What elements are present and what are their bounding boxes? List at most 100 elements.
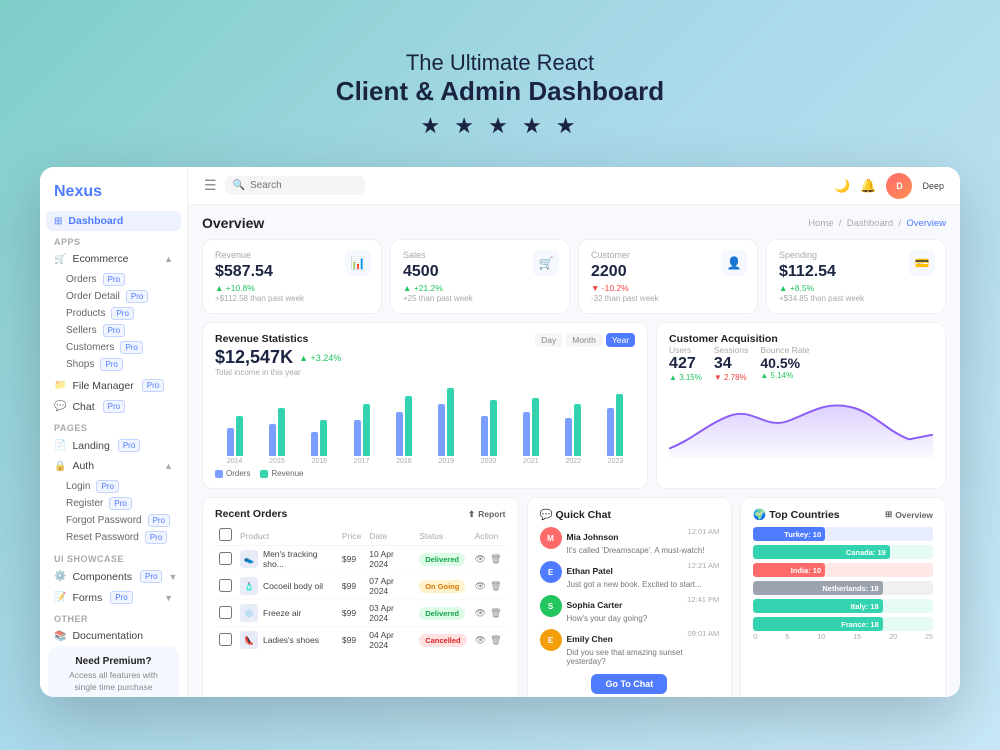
- sidebar-item-documentation[interactable]: 📚 Documentation: [40, 626, 187, 646]
- bar-label: 2019: [438, 458, 454, 465]
- sidebar-section-apps: Apps: [40, 231, 187, 249]
- tab-month[interactable]: Month: [566, 333, 602, 347]
- table-row: ❄️Freeze air $99 03 Apr 2024 Delivered 👁…: [215, 600, 506, 627]
- premium-title: Need Premium?: [58, 656, 169, 667]
- moon-icon[interactable]: 🌙: [834, 178, 850, 194]
- view-icon[interactable]: 👁: [475, 554, 486, 565]
- hero-stars: ★ ★ ★ ★ ★: [336, 113, 664, 139]
- orders-bar: [523, 412, 530, 456]
- report-action[interactable]: ⬆ Report: [468, 509, 506, 520]
- sidebar-item-components[interactable]: ⚙️ Components Pro ▼: [40, 566, 187, 587]
- chat-message: S Sophia Carter 12:41 PM How's your day …: [540, 595, 720, 623]
- search-input[interactable]: [250, 180, 350, 191]
- revenue-bar: [616, 394, 623, 456]
- bar-label: 2014: [227, 458, 243, 465]
- orders-table: Product Price Date Status Action 👟Men's …: [215, 526, 506, 653]
- delete-icon[interactable]: 🗑: [490, 554, 501, 565]
- bottom-row: Recent Orders ⬆ Report Product Price: [202, 497, 946, 697]
- country-row-india: India: 10: [753, 563, 933, 577]
- legend-orders: Orders: [215, 469, 250, 478]
- orders-bar: [227, 428, 234, 456]
- top-countries-card: 🌍 Top Countries ⊞ Overview Turkey: 10: [740, 497, 946, 697]
- sidebar-item-orders[interactable]: Orders Pro: [66, 271, 187, 288]
- page-header: Overview Home / Dashboard / Overview: [202, 215, 946, 231]
- legend-revenue: Revenue: [260, 469, 303, 478]
- ecommerce-icon: 🛒: [54, 254, 66, 265]
- view-icon[interactable]: 👁: [475, 581, 486, 592]
- bell-icon[interactable]: 🔔: [860, 178, 876, 194]
- bar-group: 2018: [384, 396, 423, 465]
- menu-icon[interactable]: ☰: [204, 177, 217, 194]
- country-row-france: France: 18: [753, 617, 933, 631]
- sidebar-item-order-detail[interactable]: Order Detail Pro: [66, 288, 187, 305]
- sidebar-ecommerce-sub: Orders Pro Order Detail Pro Products Pro…: [40, 269, 187, 375]
- sidebar-item-sellers[interactable]: Sellers Pro: [66, 322, 187, 339]
- acq-sessions: Sessions 34 ▼ 2.78%: [714, 345, 749, 382]
- row-checkbox[interactable]: [219, 606, 232, 619]
- sidebar-item-login[interactable]: Login Pro: [66, 478, 187, 495]
- tab-day[interactable]: Day: [535, 333, 562, 347]
- sidebar-logo: Nexus: [40, 179, 187, 211]
- sidebar-item-dashboard[interactable]: ⊞ Dashboard: [46, 211, 181, 231]
- bar-group: 2017: [342, 404, 381, 465]
- sidebar-item-shops[interactable]: Shops Pro: [66, 356, 187, 373]
- landing-icon: 📄: [54, 440, 66, 451]
- row-checkbox[interactable]: [219, 633, 232, 646]
- row-checkbox[interactable]: [219, 552, 232, 565]
- sidebar-item-reset[interactable]: Reset Password Pro: [66, 529, 187, 546]
- dashboard-icon: ⊞: [54, 216, 62, 227]
- chat-avatar: M: [540, 527, 562, 549]
- orders-bar: [481, 416, 488, 456]
- sidebar: Nexus ⊞ Dashboard Apps 🛒 Ecommerce ▲ Ord…: [40, 167, 188, 697]
- tab-year[interactable]: Year: [606, 333, 635, 347]
- orders-bar: [607, 408, 614, 456]
- chat-avatar: E: [540, 561, 562, 583]
- sidebar-item-ecommerce[interactable]: 🛒 Ecommerce ▲: [40, 249, 187, 269]
- revenue-bar: [363, 404, 370, 456]
- revenue-bar: [320, 420, 327, 456]
- select-all-checkbox[interactable]: [219, 528, 232, 541]
- go-to-chat-button[interactable]: Go To Chat: [591, 674, 667, 694]
- sidebar-section-ui: UI Showcase: [40, 548, 187, 566]
- bar-label: 2016: [311, 458, 327, 465]
- bar-group: 2021: [511, 398, 550, 465]
- sidebar-item-forms[interactable]: 📝 Forms Pro ▼: [40, 587, 187, 608]
- overview-action[interactable]: ⊞ Overview: [885, 509, 933, 520]
- sidebar-auth-sub: Login Pro Register Pro Forgot Password P…: [40, 476, 187, 548]
- bar-label: 2023: [608, 458, 624, 465]
- row-checkbox[interactable]: [219, 579, 232, 592]
- dashboard-frame: Nexus ⊞ Dashboard Apps 🛒 Ecommerce ▲ Ord…: [40, 167, 960, 697]
- sidebar-item-register[interactable]: Register Pro: [66, 495, 187, 512]
- bar-group: 2019: [427, 388, 466, 465]
- sidebar-item-file-manager[interactable]: 📁 File Manager Pro: [40, 375, 187, 396]
- charts-row: Revenue Statistics $12,547K ▲ +3.24% Tot…: [202, 322, 946, 489]
- sidebar-item-chat[interactable]: 💬 Chat Pro: [40, 396, 187, 417]
- chat-message: M Mia Johnson 12:01 AM It's called 'Drea…: [540, 527, 720, 555]
- status-badge: Delivered: [419, 553, 465, 566]
- hero-line1: The Ultimate React: [336, 50, 664, 76]
- sidebar-item-auth[interactable]: 🔒 Auth ▲: [40, 456, 187, 476]
- sidebar-item-forgot[interactable]: Forgot Password Pro: [66, 512, 187, 529]
- orders-bar: [438, 404, 445, 456]
- delete-icon[interactable]: 🗑: [490, 635, 501, 646]
- country-row-canada: Canada: 19: [753, 545, 933, 559]
- sidebar-item-landing[interactable]: 📄 Landing Pro: [40, 435, 187, 456]
- sidebar-item-products[interactable]: Products Pro: [66, 305, 187, 322]
- components-icon: ⚙️: [54, 571, 66, 582]
- delete-icon[interactable]: 🗑: [490, 608, 501, 619]
- view-icon[interactable]: 👁: [475, 608, 486, 619]
- quick-chat-card: 💬 Quick Chat M Mia Johnson 12:01 AM It's…: [527, 497, 733, 697]
- orders-bar: [354, 420, 361, 456]
- delete-icon[interactable]: 🗑: [490, 581, 501, 592]
- file-manager-icon: 📁: [54, 380, 66, 391]
- status-badge: Delivered: [419, 607, 465, 620]
- table-row: 🧴Cocoeil body oil $99 07 Apr 2024 On Goi…: [215, 573, 506, 600]
- view-icon[interactable]: 👁: [475, 635, 486, 646]
- sidebar-item-customers[interactable]: Customers Pro: [66, 339, 187, 356]
- stat-card-customer: Customer 2200 ▼ -10.2% -32 than past wee…: [578, 239, 758, 314]
- revenue-bar: [532, 398, 539, 456]
- orders-bar: [565, 418, 572, 456]
- stat-card-revenue: Revenue $587.54 ▲ +10.8% +$112.58 than p…: [202, 239, 382, 314]
- hero-line2: Client & Admin Dashboard: [336, 76, 664, 107]
- avatar[interactable]: D: [886, 173, 912, 199]
